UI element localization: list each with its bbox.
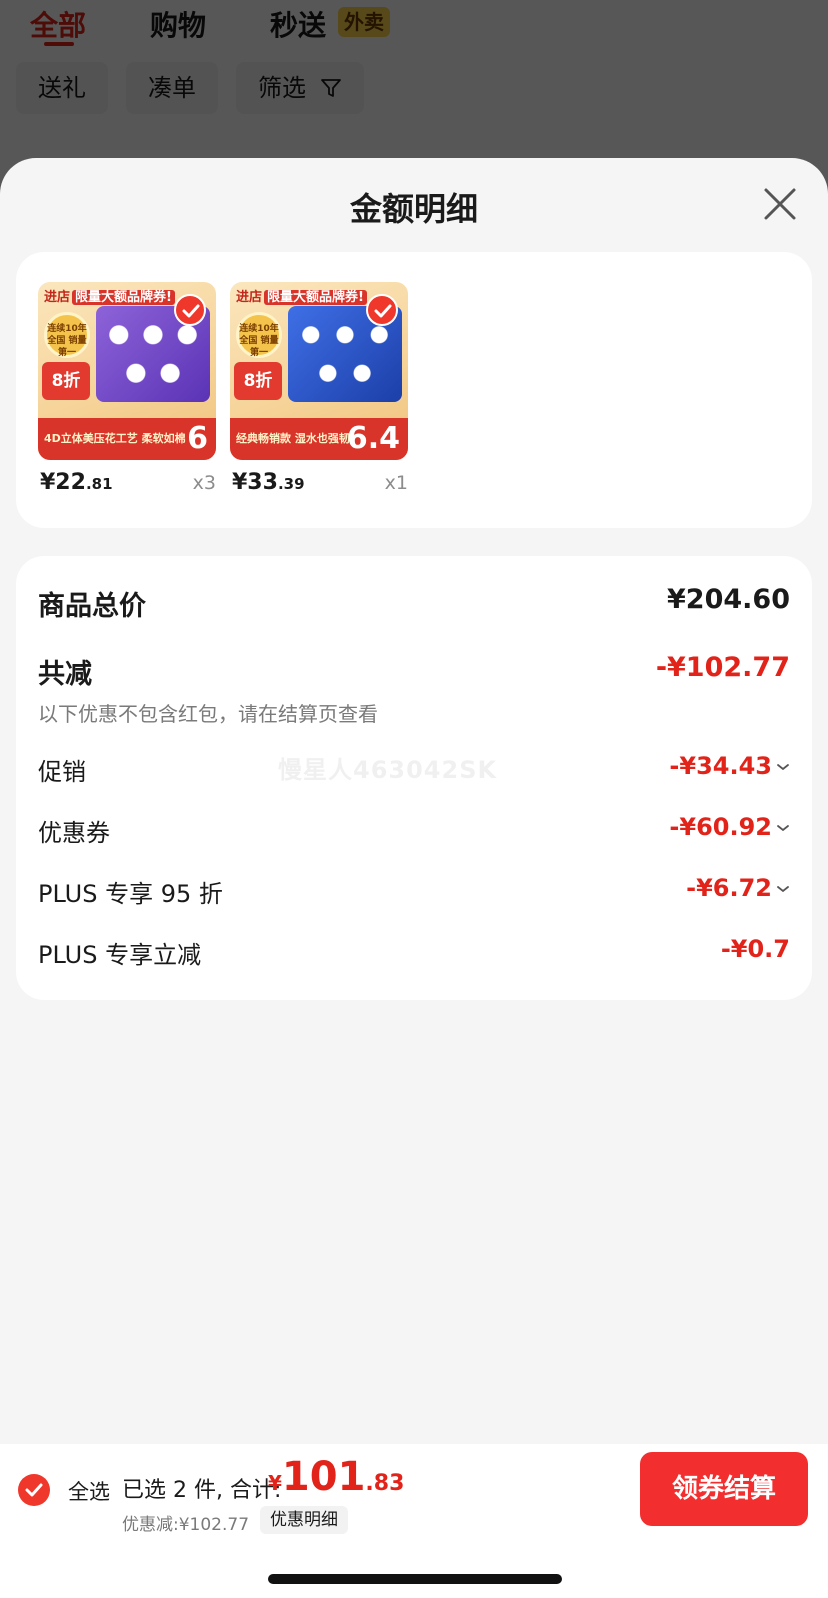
chevron-down-icon	[777, 825, 789, 832]
products-card: 进店 限量大额品牌券! 连续10年 全国 销量第一 8折 4D立体美压花工艺 柔软…	[16, 252, 812, 528]
thumb-headline: 进店 限量大额品牌券!	[236, 286, 367, 305]
home-indicator	[268, 1574, 562, 1584]
sheet-header: 金额明细	[0, 158, 828, 248]
checkout-button[interactable]: 领券结算	[640, 1452, 808, 1526]
coupon-value: -¥60.92	[669, 813, 790, 841]
close-button[interactable]	[760, 184, 800, 224]
discount-note: 以下优惠不包含红包，请在结算页查看	[38, 702, 378, 726]
plus-discount-row[interactable]: PLUS 专享 95 折 -¥6.72	[38, 874, 790, 914]
total-reduction-label: 共减	[38, 659, 92, 690]
select-all-label[interactable]: 全选	[68, 1476, 110, 1506]
promotion-label: 促销	[38, 758, 86, 786]
thumb-headline: 进店 限量大额品牌券!	[44, 286, 175, 305]
selected-count-text: 已选 2 件, 合计:	[122, 1478, 282, 1503]
coupon-label: 优惠券	[38, 819, 110, 847]
select-all-checkbox[interactable]	[18, 1474, 50, 1506]
total-reduction-value: -¥102.77	[655, 652, 790, 683]
product-quantity: x3	[192, 472, 216, 494]
selected-check-icon	[174, 294, 206, 326]
selected-check-icon	[366, 294, 398, 326]
total-price-value: ¥204.60	[667, 584, 790, 615]
discount-tag: 8折	[42, 362, 90, 400]
chevron-down-icon	[777, 886, 789, 893]
banner-text: 4D立体美压花工艺 柔软如棉	[44, 432, 186, 445]
price-summary-card: 商品总价 ¥204.60 共减 -¥102.77 以下优惠不包含红包，请在结算页…	[16, 556, 812, 1000]
product-item[interactable]: 进店 限量大额品牌券! 连续10年 全国 销量第一 8折 4D立体美压花工艺 柔软…	[38, 282, 216, 502]
thumb-banner: 4D立体美压花工艺 柔软如棉 6	[38, 418, 216, 460]
chevron-down-icon	[777, 764, 789, 771]
plus-reduction-value: -¥0.7	[720, 935, 790, 963]
plus-discount-label: PLUS 专享 95 折	[38, 880, 223, 908]
discount-amount-text: 优惠减:¥102.77	[122, 1515, 250, 1535]
product-price: ¥33.39	[232, 470, 305, 495]
discount-detail-button[interactable]: 优惠明细	[260, 1506, 348, 1534]
banner-discount: 6	[187, 421, 208, 456]
thumb-banner: 经典畅销款 湿水也强韧 6.4	[230, 418, 408, 460]
promotion-value: -¥34.43	[669, 752, 790, 780]
checkout-bar: 全选 已选 2 件, 合计: ¥101.83 优惠减:¥102.77 优惠明细 …	[0, 1444, 828, 1598]
plus-reduction-label: PLUS 专享立减	[38, 941, 202, 969]
coupon-row[interactable]: 优惠券 -¥60.92	[38, 813, 790, 853]
grand-total: ¥101.83	[268, 1454, 405, 1500]
sheet-title: 金额明细	[349, 190, 478, 228]
plus-reduction-row: PLUS 专享立减 -¥0.7	[38, 935, 790, 975]
banner-text: 经典畅销款 湿水也强韧	[236, 432, 350, 445]
product-price: ¥22.81	[40, 470, 113, 495]
plus-discount-value: -¥6.72	[686, 874, 790, 902]
total-reduction-row: 共减 -¥102.77	[38, 652, 790, 692]
sales-medal: 连续10年 全国 销量第一	[236, 312, 282, 358]
check-icon	[25, 1483, 43, 1497]
product-thumbnail: 进店 限量大额品牌券! 连续10年 全国 销量第一 8折 经典畅销款 湿水也强韧 …	[230, 282, 408, 460]
product-quantity: x1	[384, 472, 408, 494]
amount-detail-sheet: 金额明细 进店 限量大额品牌券! 连续10年 全国 销量第一 8折 4D立体美压花…	[0, 158, 828, 1598]
total-price-row: 商品总价 ¥204.60	[38, 584, 790, 624]
close-icon	[764, 188, 796, 220]
promotion-row[interactable]: 促销 -¥34.43	[38, 752, 790, 792]
product-thumbnail: 进店 限量大额品牌券! 连续10年 全国 销量第一 8折 4D立体美压花工艺 柔软…	[38, 282, 216, 460]
sales-medal: 连续10年 全国 销量第一	[44, 312, 90, 358]
discount-tag: 8折	[234, 362, 282, 400]
product-item[interactable]: 进店 限量大额品牌券! 连续10年 全国 销量第一 8折 经典畅销款 湿水也强韧 …	[230, 282, 408, 502]
total-price-label: 商品总价	[38, 591, 146, 622]
banner-discount: 6.4	[346, 421, 400, 456]
